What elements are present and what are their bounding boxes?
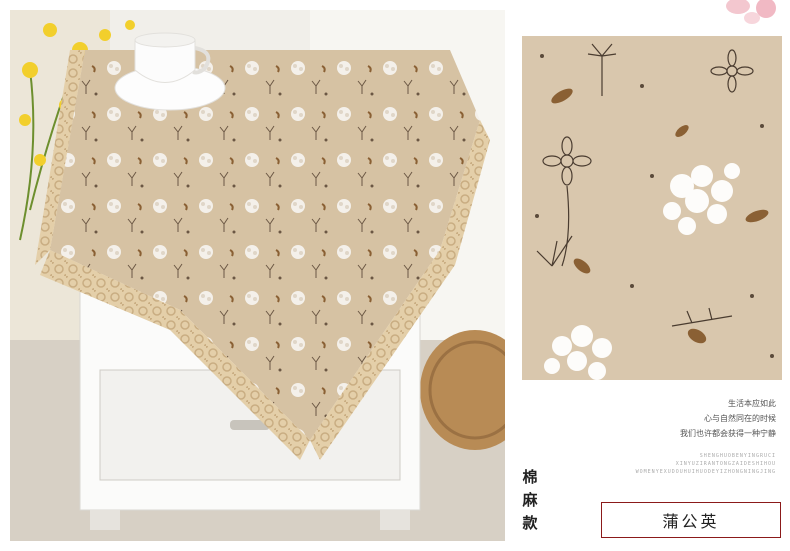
material-label: 棉麻款	[522, 468, 538, 532]
pinyin-text: SHENGHUOBENYINGRUCI XINYUZIRANTONGZAIDES…	[636, 452, 776, 476]
product-photo	[10, 10, 505, 541]
pinyin-line-1: SHENGHUOBENYINGRUCI	[699, 453, 776, 459]
poem-line-3: 我们也许都会获得一种宁静	[680, 429, 776, 438]
fabric-closeup	[522, 36, 782, 380]
petals-icon	[722, 0, 790, 28]
pattern-name-box: 蒲公英	[601, 502, 781, 538]
poem-text: 生活本应如此 心与自然同在的时候 我们也许都会获得一种宁静	[680, 396, 776, 441]
pattern-name: 蒲公英	[662, 512, 720, 531]
poem-line-1: 生活本应如此	[728, 399, 776, 408]
poem-line-2: 心与自然同在的时候	[704, 414, 776, 423]
pinyin-line-2: XINYUZIRANTONGZAIDESHIHOU	[675, 461, 776, 467]
pinyin-line-3: WOMENYEXUDOUHUIHUODEYIZHONGNINGJING	[635, 469, 776, 475]
